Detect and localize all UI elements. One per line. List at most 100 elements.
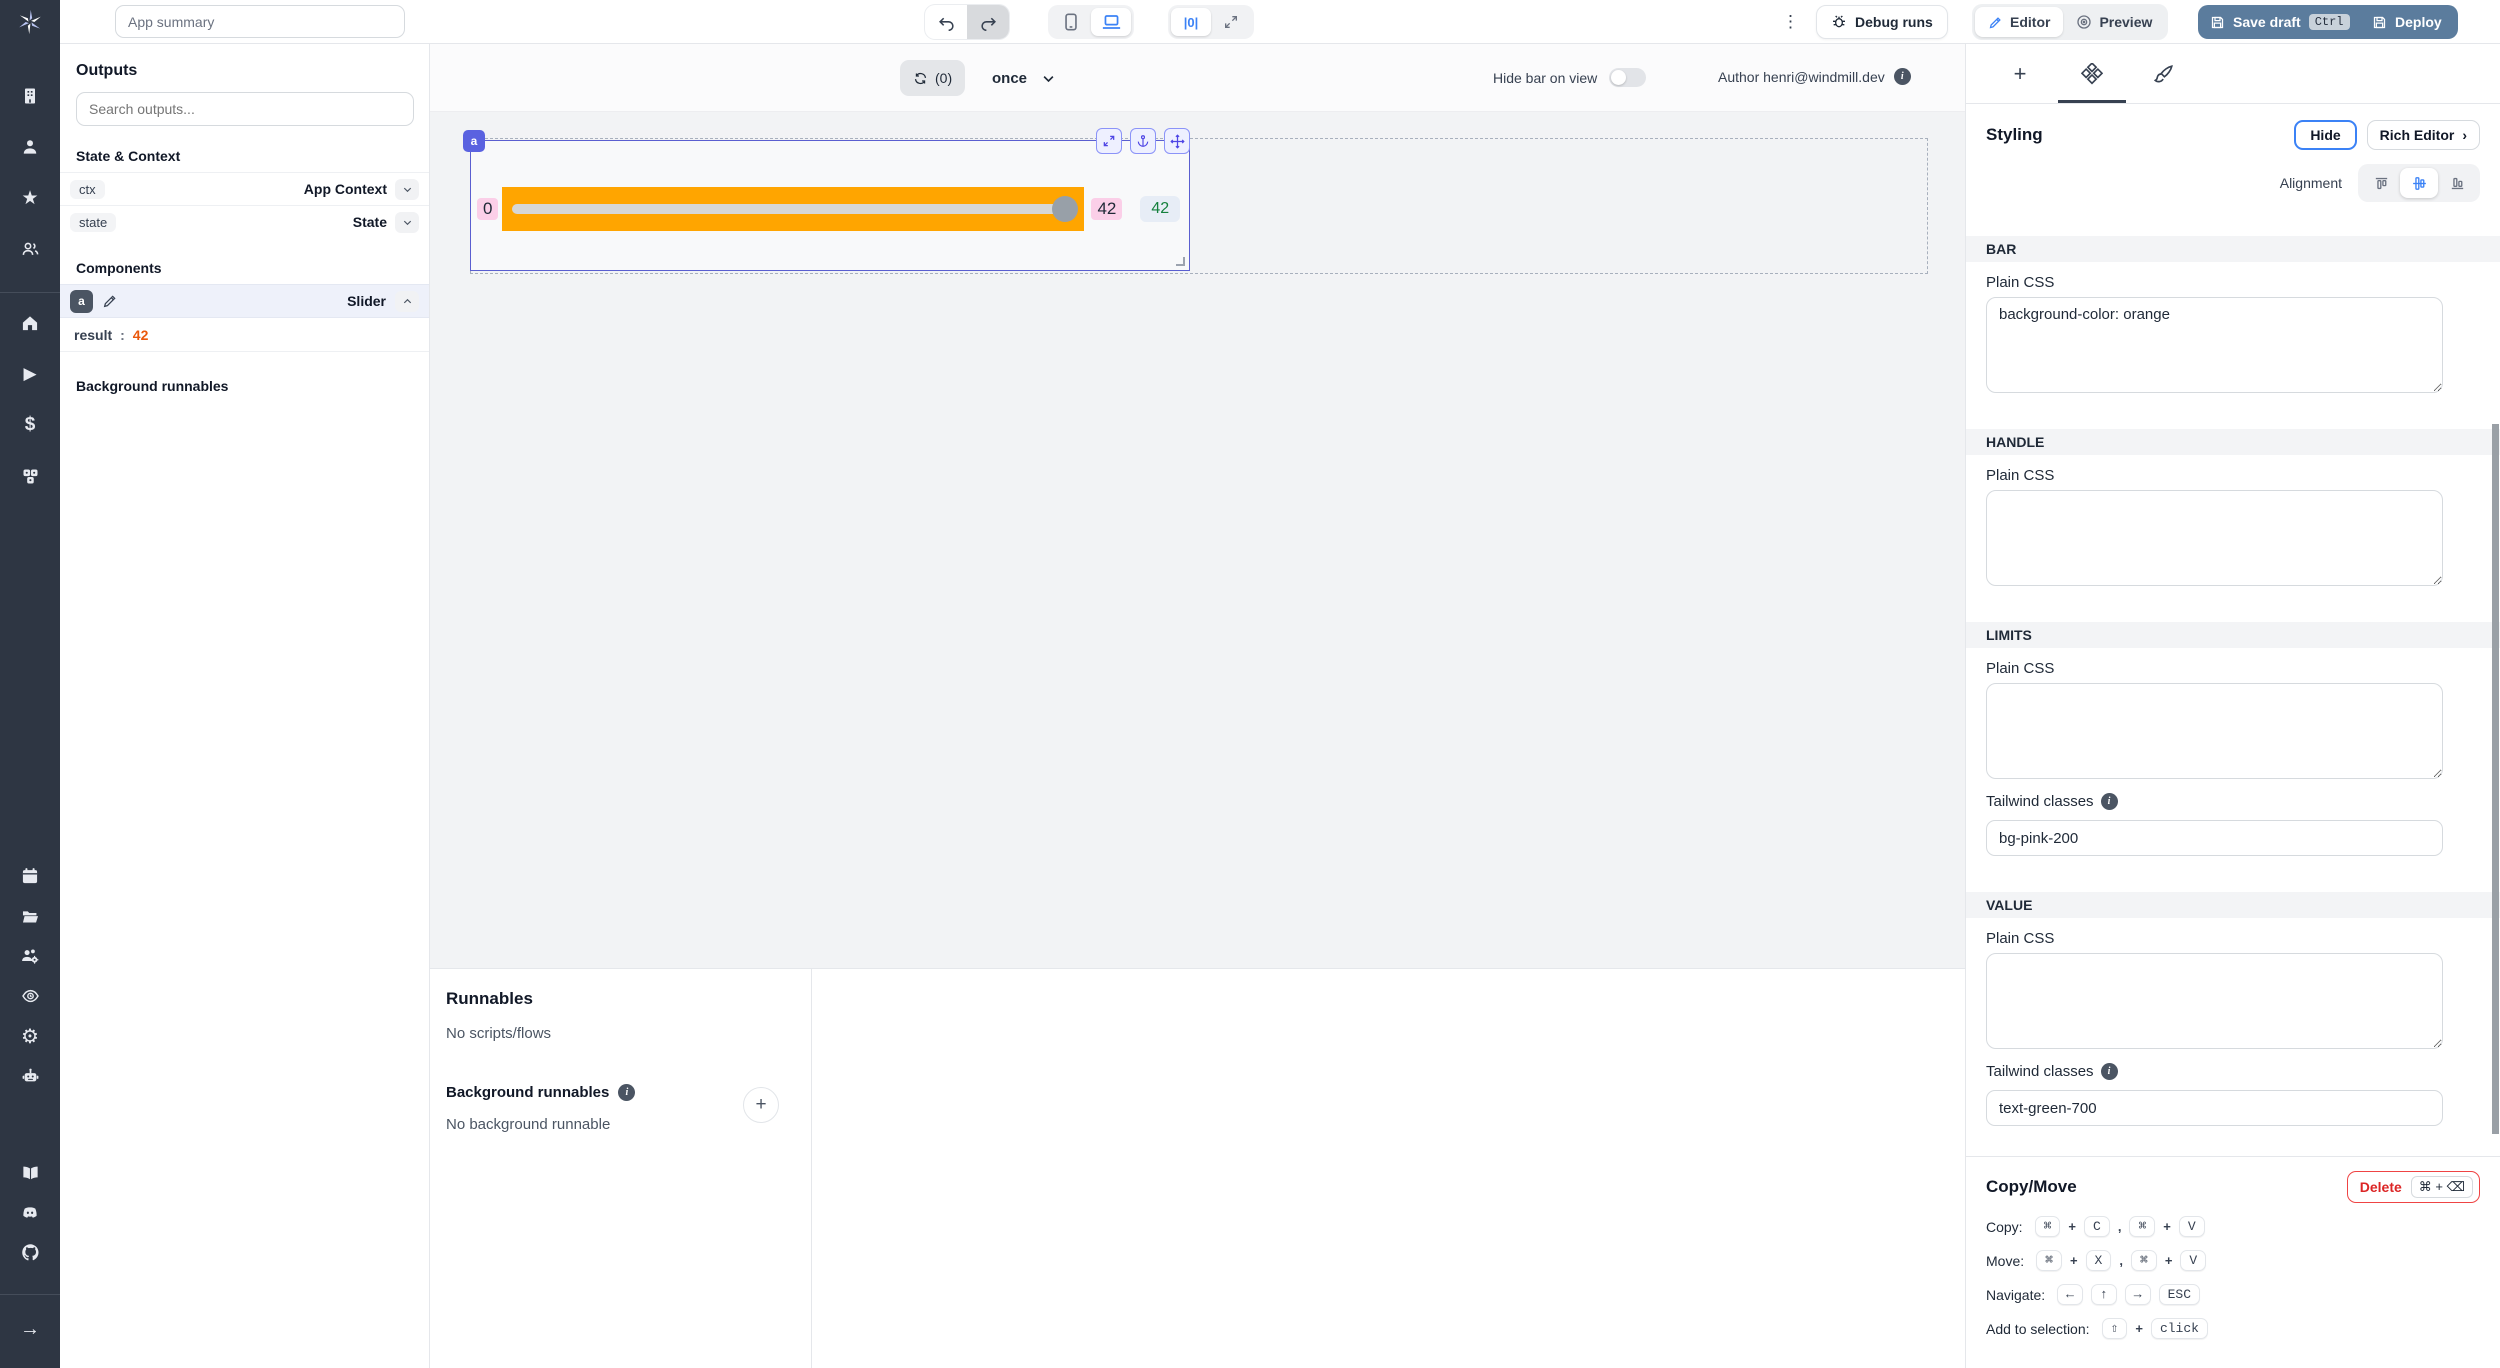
github-icon[interactable]	[18, 1240, 42, 1264]
settings-gear-icon[interactable]: ⚙	[18, 1024, 42, 1048]
panel-scrollbar[interactable]	[2492, 424, 2499, 1134]
chevron-up-icon[interactable]	[395, 291, 419, 312]
plus-sep: +	[2070, 1253, 2078, 1268]
device-toggle-group	[1048, 5, 1134, 39]
styling-title: Styling	[1986, 125, 2294, 145]
editor-preview-toggle: Editor Preview	[1972, 4, 2168, 40]
center-content-button[interactable]: |0|	[1171, 8, 1211, 36]
align-center-button[interactable]	[2400, 168, 2438, 198]
tab-component-settings[interactable]	[2056, 44, 2128, 103]
canvas-grid[interactable]: a 0	[430, 112, 1965, 968]
schedules-calendar-icon[interactable]	[18, 864, 42, 888]
anchor-component-button[interactable]	[1130, 128, 1156, 154]
info-icon[interactable]: i	[1894, 68, 1911, 85]
c-key: C	[2084, 1216, 2110, 1237]
chevron-down-icon[interactable]	[395, 212, 419, 233]
output-row-state[interactable]: state State	[60, 205, 429, 238]
bug-icon	[1831, 14, 1847, 30]
component-row-a[interactable]: a Slider	[60, 284, 429, 318]
star-icon[interactable]: ★	[18, 186, 42, 210]
debug-runs-button[interactable]: Debug runs	[1816, 5, 1948, 39]
resources-cubes-icon[interactable]	[18, 464, 42, 488]
chevron-down-icon[interactable]	[395, 179, 419, 200]
add-background-runnable-button[interactable]: +	[743, 1087, 779, 1123]
info-icon[interactable]: i	[2101, 1063, 2118, 1080]
plus-sep: +	[2135, 1321, 2143, 1336]
left-arrow-key: ←	[2057, 1284, 2083, 1305]
refresh-mode-dropdown[interactable]: once	[992, 60, 1056, 96]
slider-bar[interactable]	[502, 187, 1084, 231]
move-component-button[interactable]	[1164, 128, 1190, 154]
slider-control: 0 42 42	[477, 187, 1180, 231]
redo-button[interactable]	[967, 5, 1009, 39]
folders-icon[interactable]	[18, 904, 42, 928]
rich-editor-button[interactable]: Rich Editor ›	[2367, 120, 2480, 150]
comma-sep: ,	[2118, 1219, 2122, 1234]
tab-insert-component[interactable]: +	[1984, 44, 2056, 103]
copy-move-title: Copy/Move	[1986, 1177, 2347, 1197]
shortcut-row-move: Move: ⌘ + X , ⌘ + V	[1986, 1250, 2480, 1271]
runs-play-icon[interactable]: ▶	[18, 362, 42, 386]
slider-handle[interactable]	[1052, 196, 1078, 222]
search-outputs-input[interactable]	[76, 92, 414, 126]
align-top-button[interactable]	[2362, 168, 2400, 198]
resize-handle[interactable]	[1176, 257, 1185, 266]
fullwidth-button[interactable]	[1211, 8, 1251, 36]
anchor-icon	[1136, 134, 1150, 148]
bar-plain-css-textarea[interactable]: background-color: orange	[1986, 297, 2443, 393]
docs-book-icon[interactable]	[18, 1160, 42, 1184]
edit-pencil-icon[interactable]	[102, 293, 118, 309]
handle-plain-css-textarea[interactable]	[1986, 490, 2443, 586]
discord-icon[interactable]	[18, 1200, 42, 1224]
hide-bar-toggle[interactable]	[1609, 68, 1646, 87]
result-colon: :	[120, 327, 125, 343]
value-tailwind-input[interactable]	[1986, 1090, 2443, 1126]
refresh-runnables-button[interactable]: (0)	[900, 60, 965, 96]
more-options-button[interactable]: ⋮	[1782, 11, 1799, 33]
rich-editor-label: Rich Editor	[2380, 127, 2455, 143]
delete-component-button[interactable]: Delete ⌘ + ⌫	[2347, 1171, 2480, 1203]
ai-robot-icon[interactable]	[18, 1064, 42, 1088]
deploy-button[interactable]: Deploy	[2356, 5, 2458, 39]
windmill-logo[interactable]	[0, 0, 60, 44]
workspace-building-icon[interactable]	[18, 84, 42, 108]
collapse-arrow-icon[interactable]: →	[18, 1317, 42, 1341]
undo-button[interactable]	[925, 5, 967, 39]
save-icon	[2210, 15, 2225, 30]
align-bottom-icon	[2449, 175, 2466, 192]
mobile-view-button[interactable]	[1051, 8, 1091, 36]
expand-component-button[interactable]	[1096, 128, 1122, 154]
user-icon[interactable]	[18, 135, 42, 159]
result-key: result	[74, 327, 112, 343]
desktop-view-button[interactable]	[1091, 8, 1131, 36]
value-plain-css-textarea[interactable]	[1986, 953, 2443, 1049]
slider-track[interactable]	[512, 204, 1074, 214]
home-icon[interactable]	[18, 311, 42, 335]
preview-tab[interactable]: Preview	[2063, 7, 2165, 37]
redo-icon	[980, 14, 997, 31]
editor-tab[interactable]: Editor	[1975, 7, 2063, 37]
component-result-row[interactable]: result : 42	[60, 318, 429, 352]
ctrl-kbd: Ctrl	[2309, 14, 2350, 30]
hide-styling-button[interactable]: Hide	[2294, 120, 2356, 150]
chevron-down-icon	[1041, 71, 1056, 86]
limits-tailwind-input[interactable]	[1986, 820, 2443, 856]
app-summary-input[interactable]	[115, 5, 405, 38]
slider-component[interactable]: a 0	[470, 140, 1190, 271]
users-icon[interactable]	[18, 237, 42, 261]
info-icon[interactable]: i	[2101, 793, 2118, 810]
move-arrows-icon	[1170, 134, 1185, 149]
output-row-ctx[interactable]: ctx App Context	[60, 172, 429, 205]
tab-global-styling[interactable]	[2128, 44, 2200, 103]
components-title: Components	[60, 238, 429, 284]
groups-gear-icon[interactable]	[18, 944, 42, 968]
align-bottom-button[interactable]	[2438, 168, 2476, 198]
component-tag-badge: a	[463, 130, 485, 152]
background-runnables-empty-text: No background runnable	[446, 1116, 795, 1133]
debug-runs-label: Debug runs	[1855, 14, 1933, 30]
audit-eye-icon[interactable]	[18, 984, 42, 1008]
variables-dollar-icon[interactable]: $	[18, 413, 42, 437]
outputs-panel: Outputs State & Context ctx App Context …	[60, 44, 430, 1368]
limits-plain-css-textarea[interactable]	[1986, 683, 2443, 779]
info-icon[interactable]: i	[618, 1084, 635, 1101]
